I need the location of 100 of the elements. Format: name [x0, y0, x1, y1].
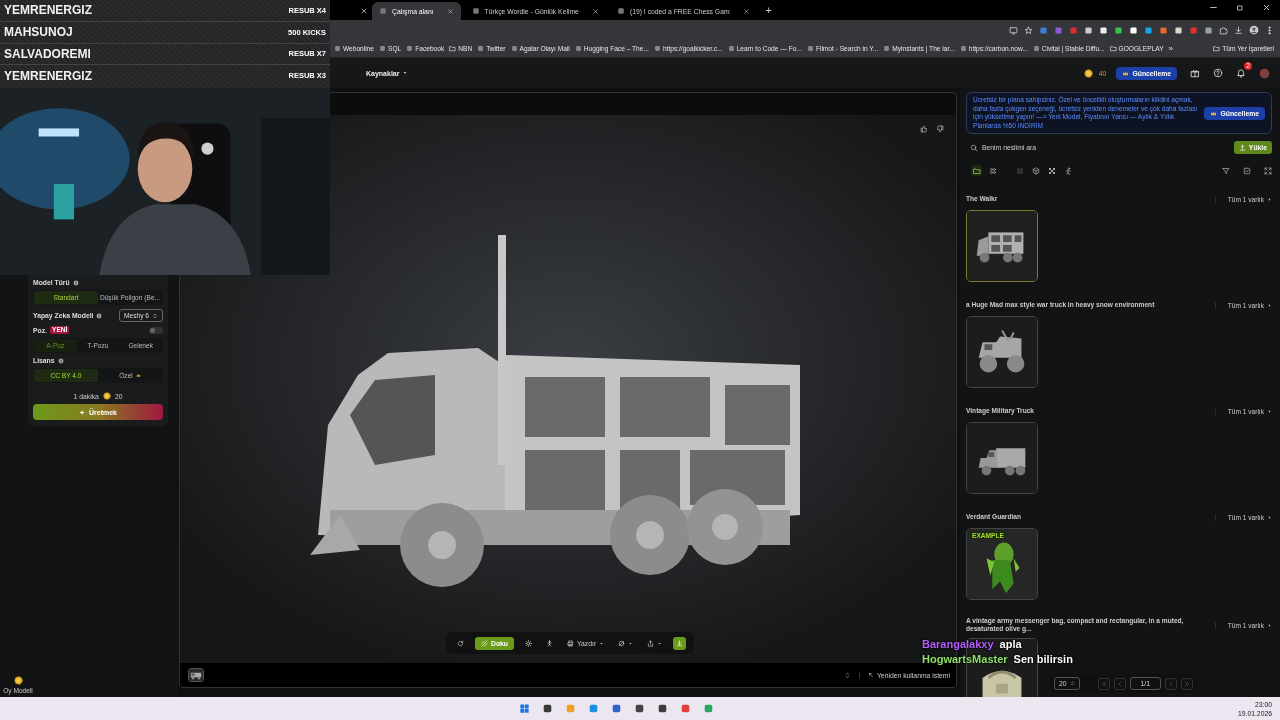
- asset-thumbnail[interactable]: [966, 210, 1038, 283]
- sun-icon: [525, 639, 532, 647]
- caret-icon: [402, 70, 409, 76]
- expand-icon[interactable]: [1264, 166, 1272, 175]
- filter-icon[interactable]: [1222, 166, 1230, 175]
- extensions-icon[interactable]: [1219, 25, 1228, 35]
- updown-icon[interactable]: [843, 671, 851, 679]
- site-icon: [806, 45, 814, 52]
- site-icon: [1032, 45, 1040, 52]
- triangle-icon: [1267, 622, 1272, 628]
- chat-message: Sen bilirsin: [1013, 653, 1073, 665]
- coin-icon: [1083, 68, 1093, 78]
- view-tab[interactable]: [1046, 165, 1057, 177]
- caret-icon: [599, 640, 605, 646]
- close-icon[interactable]: [742, 7, 750, 15]
- info-icon: [57, 357, 64, 364]
- download-icon: [676, 639, 684, 647]
- double-chevron-left-icon: [1100, 680, 1107, 687]
- model-thumbnail[interactable]: [188, 668, 204, 682]
- folder-icon: [1109, 45, 1117, 52]
- site-icon: [574, 45, 582, 52]
- app-icon[interactable]: [611, 703, 623, 714]
- refresh-icon: [457, 639, 464, 647]
- coin-icon: [102, 392, 111, 400]
- app-icon[interactable]: [634, 703, 646, 714]
- triangle-icon: [1267, 196, 1272, 202]
- close-icon[interactable]: [1262, 3, 1271, 12]
- gift-icon[interactable]: [1190, 68, 1200, 78]
- help-icon[interactable]: [1213, 68, 1223, 78]
- bell-icon[interactable]: [1236, 68, 1246, 78]
- site-icon: [510, 45, 518, 52]
- site-icon: [883, 45, 891, 52]
- site-icon: [379, 45, 387, 52]
- crown-icon: [135, 373, 141, 378]
- site-icon: [959, 45, 967, 52]
- site-icon: [616, 7, 625, 15]
- alert-name: SALVADOREMI: [4, 46, 91, 61]
- thumbs-down-icon[interactable]: [936, 125, 944, 133]
- site-icon: [727, 45, 735, 52]
- asset-thumbnail[interactable]: [966, 316, 1038, 389]
- view-tab[interactable]: [1062, 165, 1073, 177]
- avatar-icon[interactable]: [1259, 67, 1270, 79]
- coin-icon: [13, 676, 23, 685]
- profile-icon[interactable]: [1249, 25, 1259, 35]
- site-icon: [379, 7, 387, 15]
- sparkle-icon: [79, 408, 86, 416]
- caret-icon: [628, 640, 634, 646]
- checker-icon: [1047, 166, 1056, 175]
- app-icon[interactable]: [542, 703, 554, 714]
- toolbar-icon-button[interactable]: [673, 636, 687, 650]
- view-tab[interactable]: [971, 165, 982, 177]
- folder-icon: [449, 45, 457, 52]
- screen-icon[interactable]: [1009, 25, 1018, 35]
- grid-icon: [988, 166, 997, 175]
- asset-thumbnail[interactable]: [966, 422, 1038, 495]
- running-figure-icon: [1063, 166, 1072, 175]
- site-icon: [477, 45, 485, 52]
- chevron-left-icon: [1116, 680, 1123, 687]
- updown-icon: [152, 312, 158, 319]
- arrow-icon: [867, 672, 874, 678]
- download-icon[interactable]: [1234, 25, 1243, 35]
- printer-icon: [567, 639, 574, 647]
- site-icon: [471, 7, 480, 15]
- updown-icon: [1069, 681, 1075, 686]
- close-icon[interactable]: [591, 7, 599, 15]
- close-icon[interactable]: [360, 7, 368, 15]
- maximize-icon[interactable]: [1236, 3, 1244, 12]
- triangle-icon: [1267, 514, 1272, 520]
- site-icon: [406, 45, 414, 52]
- texture-icon: [481, 639, 488, 647]
- alert-name: MAHSUNOJ: [4, 25, 73, 40]
- folder-icon: [1213, 45, 1221, 52]
- info-icon: [72, 279, 79, 286]
- upload-icon: [1238, 144, 1246, 152]
- crown-icon: [1210, 109, 1218, 117]
- chevron-right-icon: [1168, 680, 1174, 687]
- alert-name: YEMRENERGIZ: [4, 68, 92, 83]
- view-tab[interactable]: [987, 165, 998, 177]
- info-icon: [96, 312, 103, 319]
- double-chevron-right-icon: [1184, 680, 1190, 687]
- more-bookmarks-button[interactable]: »: [1168, 44, 1173, 53]
- caret-icon: [657, 640, 663, 646]
- triangle-icon: [1267, 408, 1272, 414]
- search-icon: [970, 143, 978, 152]
- thumbs-up-icon[interactable]: [920, 125, 928, 133]
- new-tab-button[interactable]: +: [760, 4, 778, 16]
- windows-icon[interactable]: [519, 703, 531, 714]
- toggle-switch[interactable]: [149, 326, 163, 334]
- menu-icon[interactable]: [1265, 25, 1274, 35]
- site-icon: [653, 45, 661, 52]
- crown-icon: [1122, 69, 1130, 77]
- chat-username: HogwartsMaster: [922, 653, 1008, 665]
- cube-icon: [1031, 166, 1040, 175]
- app-icon[interactable]: [657, 703, 669, 714]
- site-icon: [334, 45, 341, 52]
- folder-icon: [972, 166, 981, 175]
- checkbox-icon[interactable]: [1243, 166, 1251, 175]
- view-tab[interactable]: [1030, 165, 1041, 177]
- triangle-icon: [1267, 302, 1272, 308]
- star-icon[interactable]: [1024, 25, 1033, 35]
